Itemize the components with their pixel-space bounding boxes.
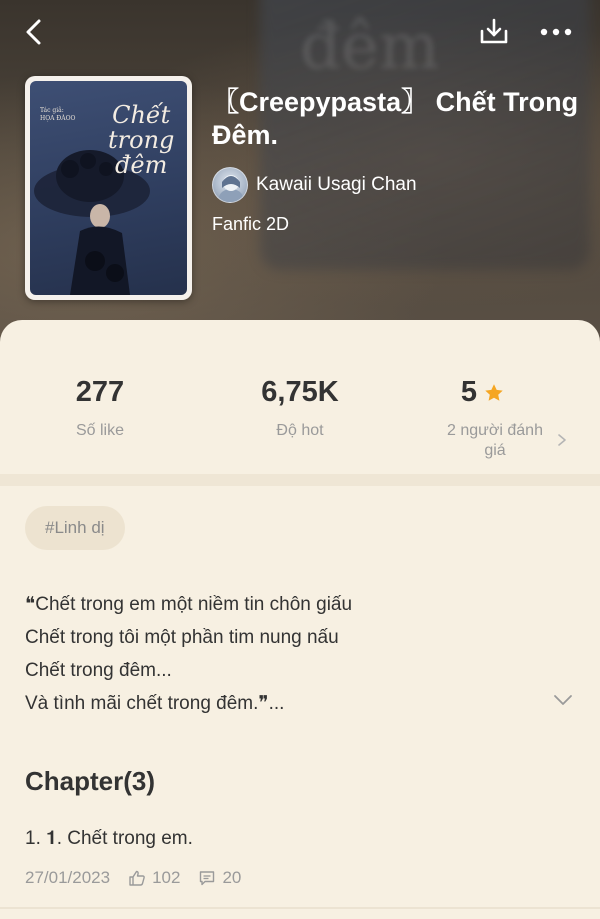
download-icon (480, 18, 508, 44)
stat-likes-value: 277 (75, 376, 125, 408)
section-divider (0, 474, 600, 486)
description-line: ❝Chết trong em một niềm tin chôn giấu (25, 594, 353, 615)
stat-rating[interactable]: 5 2 người đánh giá (383, 376, 583, 461)
author-link[interactable]: Kawaii Usagi Chan (212, 166, 417, 204)
back-button[interactable] (16, 14, 52, 50)
stat-rating-value: 5 (460, 376, 478, 408)
download-button[interactable] (474, 14, 514, 50)
cover-title-line: Chết (112, 101, 171, 129)
tag-chip[interactable]: #Linh dị (25, 506, 125, 550)
description: ❝Chết trong em một niềm tin chôn giấu Ch… (25, 588, 545, 720)
stat-hot-value: 6,75K (261, 376, 339, 408)
book-header: đêm Tác giả: HỌA ĐÀOO Chết trong đêm 〖Cr… (0, 0, 600, 350)
stats-row: 277 Số like 6,75K Độ hot 5 2 người đánh … (0, 320, 600, 472)
chapter-likes: 102 (128, 868, 180, 888)
stat-hot: 6,75K Độ hot (200, 376, 400, 441)
blurred-background-title: đêm (300, 10, 440, 84)
stat-rating-value-row: 5 (461, 376, 505, 409)
cover-art: Tác giả: HỌA ĐÀOO Chết trong đêm (30, 81, 187, 295)
book-cover[interactable]: Tác giả: HỌA ĐÀOO Chết trong đêm (25, 76, 192, 300)
chapter-comments: 20 (198, 868, 241, 888)
chevron-right-icon[interactable] (557, 433, 567, 447)
comment-icon (200, 871, 215, 886)
chevron-down-icon[interactable] (552, 693, 574, 707)
description-line: Chết trong tôi một phần tim nung nấu (25, 627, 339, 648)
cover-title-line: trong (108, 126, 175, 154)
chapter-title[interactable]: 1. 𝟏. Chết trong em. (25, 828, 193, 850)
chapter-comments-count: 20 (222, 868, 242, 887)
stat-likes-label: Số like (75, 422, 125, 439)
star-icon (485, 383, 503, 401)
more-horizontal-icon (540, 28, 572, 36)
book-detail-sheet: 277 Số like 6,75K Độ hot 5 2 người đánh … (0, 320, 600, 919)
cover-author-name: HỌA ĐÀOO (40, 115, 76, 122)
genre-label[interactable]: Fanfic 2D (212, 214, 289, 235)
thumbs-up-icon (129, 870, 145, 886)
stat-likes: 277 Số like (0, 376, 200, 441)
description-line: Chết trong đêm... (25, 660, 172, 681)
cover-title-line: đêm (115, 151, 168, 179)
author-name: Kawaii Usagi Chan (256, 174, 417, 195)
cover-title: Chết trong đêm (108, 103, 174, 178)
stat-rating-label: 2 người đánh giá (447, 422, 543, 459)
author-avatar (212, 167, 248, 203)
description-line: Và tình mãi chết trong đêm.❞... (25, 693, 285, 714)
chapter-heading: Chapter(3) (25, 766, 156, 796)
chapter-likes-count: 102 (152, 868, 181, 887)
stat-hot-label: Độ hot (276, 422, 324, 439)
book-title: 〖Creepypasta〗 Chết Trong Đêm. (212, 87, 579, 150)
list-divider (0, 907, 600, 909)
cover-author-caption: Tác giả: (40, 107, 64, 114)
more-button[interactable] (536, 14, 576, 50)
chapter-meta: 27/01/2023 102 20 (25, 868, 241, 888)
chevron-left-icon (26, 19, 41, 45)
chapter-date: 27/01/2023 (25, 868, 111, 887)
